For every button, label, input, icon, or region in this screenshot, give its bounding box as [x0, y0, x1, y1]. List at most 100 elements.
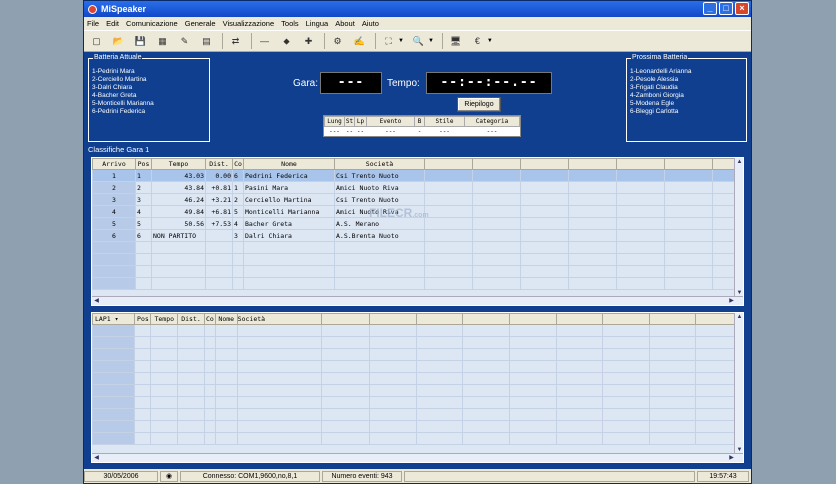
menu-tools[interactable]: Tools	[281, 19, 299, 28]
col-header-pos[interactable]: Pos	[134, 313, 152, 325]
classifiche-caption: Classifiche Gara 1	[88, 145, 150, 154]
col-header[interactable]: Lung	[324, 116, 345, 127]
classifiche-grid[interactable]: Arrivo Pos Tempo Dist. Co Nome Società 1…	[91, 157, 744, 306]
menu-edit[interactable]: Edit	[106, 19, 119, 28]
col-header-tempo[interactable]: Tempo	[150, 313, 179, 325]
window-title: MiSpeaker	[101, 4, 147, 14]
menu-visualizzazione[interactable]: Visualizzazione	[223, 19, 275, 28]
menu-about[interactable]: About	[335, 19, 355, 28]
col-header-nome[interactable]: Nome	[243, 158, 335, 170]
col-header-arrivo[interactable]: Arrivo	[92, 158, 136, 170]
vertical-scrollbar[interactable]: ▲ ▼	[734, 158, 743, 298]
binoculars-icon[interactable]: ⛶	[380, 33, 397, 50]
plus-icon[interactable]: ✚	[300, 33, 317, 50]
list-item: 3-Dalri Chiara	[92, 83, 133, 91]
chevron-down-icon[interactable]: ▾	[115, 315, 119, 323]
menu-aiuto[interactable]: Aiuto	[362, 19, 379, 28]
menu-comunicazione[interactable]: Comunicazione	[126, 19, 178, 28]
scroll-right-icon[interactable]: ▶	[727, 454, 736, 462]
table-cell: --	[356, 128, 365, 136]
toolbar: ▢ 📂 💾 ▦ ✎ ▤ ⇄ — ⬥ ✚ ⚙ ✍ ⛶ ▼ 🔍 ▼ 🖥 € ▼	[84, 30, 751, 52]
list-item: 5-Monticelli Marianna	[92, 99, 154, 107]
save-icon[interactable]: 💾	[132, 33, 149, 50]
prossima-batteria-caption: Prossima Batteria	[631, 54, 689, 61]
diamond-icon[interactable]: ⬥	[278, 33, 295, 50]
col-header[interactable]: B	[414, 116, 425, 127]
table-cell: -	[417, 128, 422, 136]
scroll-left-icon[interactable]: ◀	[92, 297, 101, 305]
maximize-button[interactable]: □	[719, 2, 733, 15]
tools-icon[interactable]: ✎	[176, 33, 193, 50]
list-item: 2-Cerciello Martina	[92, 75, 147, 83]
scroll-left-icon[interactable]: ◀	[92, 454, 101, 462]
table-row[interactable]: 3 3 46.24 +3.21 2 Cerciello Martina Csi …	[92, 193, 737, 206]
col-header[interactable]: St	[344, 116, 355, 127]
currency-icon[interactable]: €	[469, 33, 486, 50]
tempo-display: --:--:--.--	[426, 72, 552, 94]
horizontal-scrollbar[interactable]: ◀ ▶	[92, 296, 743, 305]
list-item: 4-Bacher Greta	[92, 91, 137, 99]
table-row[interactable]: 6 6 NON PARTITO 3 Dalri Chiara A.S.Brent…	[92, 229, 737, 242]
riepilogo-button[interactable]: Riepilogo	[457, 97, 501, 112]
col-header-pos[interactable]: Pos	[135, 158, 152, 170]
chevron-down-icon[interactable]: ▼	[487, 38, 493, 44]
list-item: 2-Pesole Alessia	[630, 75, 679, 83]
properties-icon[interactable]: ▦	[154, 33, 171, 50]
col-header[interactable]: Categoria	[464, 116, 520, 127]
settings-icon[interactable]: ⚙	[329, 33, 346, 50]
globe-icon: ◉	[160, 470, 178, 482]
col-header[interactable]: Evento	[366, 116, 415, 127]
vertical-scrollbar[interactable]: ▲ ▼	[734, 313, 743, 455]
menu-generale[interactable]: Generale	[185, 19, 216, 28]
col-header-tempo[interactable]: Tempo	[151, 158, 206, 170]
scroll-right-icon[interactable]: ▶	[727, 297, 736, 305]
edit-icon[interactable]: ✍	[351, 33, 368, 50]
computer-icon[interactable]: 🖥	[447, 33, 464, 50]
minus-icon[interactable]: —	[256, 33, 273, 50]
list-item: 5-Modena Egle	[630, 99, 675, 107]
title-bar[interactable]: MiSpeaker _ □ ×	[84, 1, 751, 17]
gara-label: Gara:	[293, 78, 319, 89]
list-item: 4-Zamboni Giorgia	[630, 91, 684, 99]
horizontal-scrollbar[interactable]: ◀ ▶	[92, 453, 743, 462]
chevron-down-icon[interactable]: ▼	[398, 38, 404, 44]
table-cell: ---	[385, 128, 396, 136]
col-header-societa[interactable]: Società	[334, 158, 425, 170]
list-item: 1-Leonardelli Arianna	[630, 68, 692, 75]
batteria-attuale-caption: Batteria Attuale	[93, 54, 143, 61]
menu-lingua[interactable]: Lingua	[306, 19, 329, 28]
open-icon[interactable]: 📂	[110, 33, 127, 50]
chevron-down-icon[interactable]: ▼	[428, 38, 434, 44]
col-header-societa[interactable]: Società	[236, 313, 322, 325]
gara-display: ---	[320, 72, 382, 94]
new-icon[interactable]: ▢	[88, 33, 105, 50]
minimize-button[interactable]: _	[703, 2, 717, 15]
watermark: FILECR.com	[369, 206, 429, 220]
status-date: 30/05/2006	[84, 470, 158, 482]
menu-file[interactable]: File	[87, 19, 99, 28]
col-header[interactable]: Stile	[424, 116, 465, 127]
status-events: Numero eventi: 943	[322, 470, 402, 482]
export-icon[interactable]: ⇄	[227, 33, 244, 50]
list-item: 6-Pedrini Federica	[92, 107, 146, 115]
col-header-co[interactable]: Co	[232, 158, 244, 170]
table-row[interactable]: 2 2 43.84 +0.81 1 Pasini Mara Amici Nuot…	[92, 181, 737, 194]
document-icon[interactable]: ▤	[198, 33, 215, 50]
col-header-dist[interactable]: Dist.	[177, 313, 205, 325]
lap-select[interactable]: LAP1 ▾	[92, 313, 136, 325]
col-header-co[interactable]: Co	[203, 313, 216, 325]
col-header-nome[interactable]: Nome	[214, 313, 238, 325]
table-row[interactable]: 1 1 43.03 0.00 6 Pedrini Federica Csi Tr…	[92, 169, 737, 182]
close-button[interactable]: ×	[735, 2, 749, 15]
lap-grid[interactable]: LAP1 ▾ Pos Tempo Dist. Co Nome Società ▲…	[91, 312, 744, 463]
col-header-dist[interactable]: Dist.	[205, 158, 233, 170]
preview-icon[interactable]: 🔍	[410, 33, 427, 50]
app-window: MiSpeaker _ □ × File Edit Comunicazione …	[83, 0, 752, 484]
status-bar: 30/05/2006 ◉ Connesso: COM1,9600,no,8,1 …	[84, 469, 751, 483]
col-header[interactable]: Lp	[354, 116, 367, 127]
scroll-up-icon[interactable]: ▲	[735, 313, 743, 322]
scroll-up-icon[interactable]: ▲	[735, 158, 743, 167]
table-cell: ---	[329, 128, 340, 136]
prossima-batteria-panel: Prossima Batteria 1-Leonardelli Arianna …	[626, 54, 747, 142]
status-connection: Connesso: COM1,9600,no,8,1	[180, 470, 320, 482]
